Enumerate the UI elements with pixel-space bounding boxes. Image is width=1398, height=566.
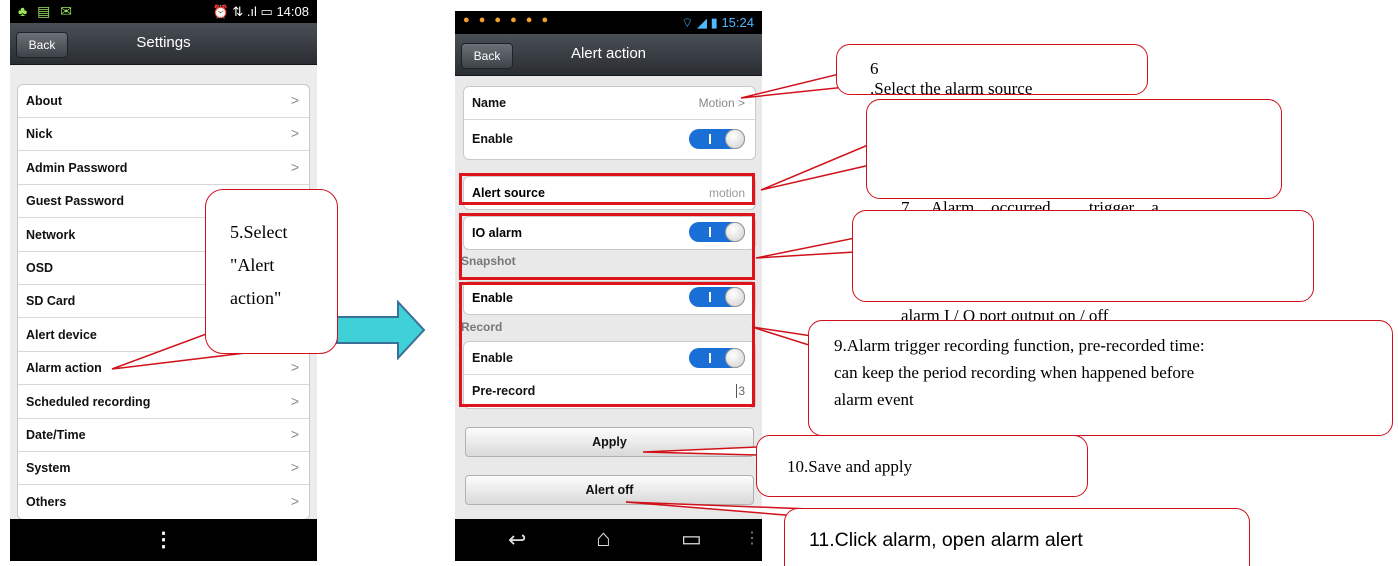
callout-8: 8 .alarm trigger the camera, shoot a pho… — [852, 210, 1314, 447]
callout-5-line: 5.Select — [230, 222, 288, 242]
callout-11-text: 11.Click alarm, open alarm alert — [809, 529, 1083, 551]
callout-10-text: 10.Save and apply — [787, 457, 913, 476]
callout-11: 11.Click alarm, open alarm alert — [784, 508, 1250, 566]
callout-5: 5.Select "Alert action" — [205, 189, 338, 354]
callout-10: 10.Save and apply — [756, 435, 1088, 497]
callout-9: 9.Alarm trigger recording function, pre-… — [808, 320, 1393, 436]
callout-6-text: .Select the alarm source — [870, 79, 1033, 98]
callout-7: 7 .Alarm occurred , trigger a alarm I / … — [866, 99, 1282, 325]
callout-5-line: "Alert — [230, 255, 275, 275]
callout-5-line: action" — [230, 288, 282, 308]
callout-6: 6 .Select the alarm source — [836, 44, 1148, 98]
callout-9-line: 9.Alarm trigger recording function, pre-… — [834, 336, 1205, 355]
callout-9-line: can keep the period recording when happe… — [834, 363, 1195, 382]
callout-9-line: alarm event — [834, 390, 914, 409]
callout-6-number: 6 — [870, 59, 879, 78]
